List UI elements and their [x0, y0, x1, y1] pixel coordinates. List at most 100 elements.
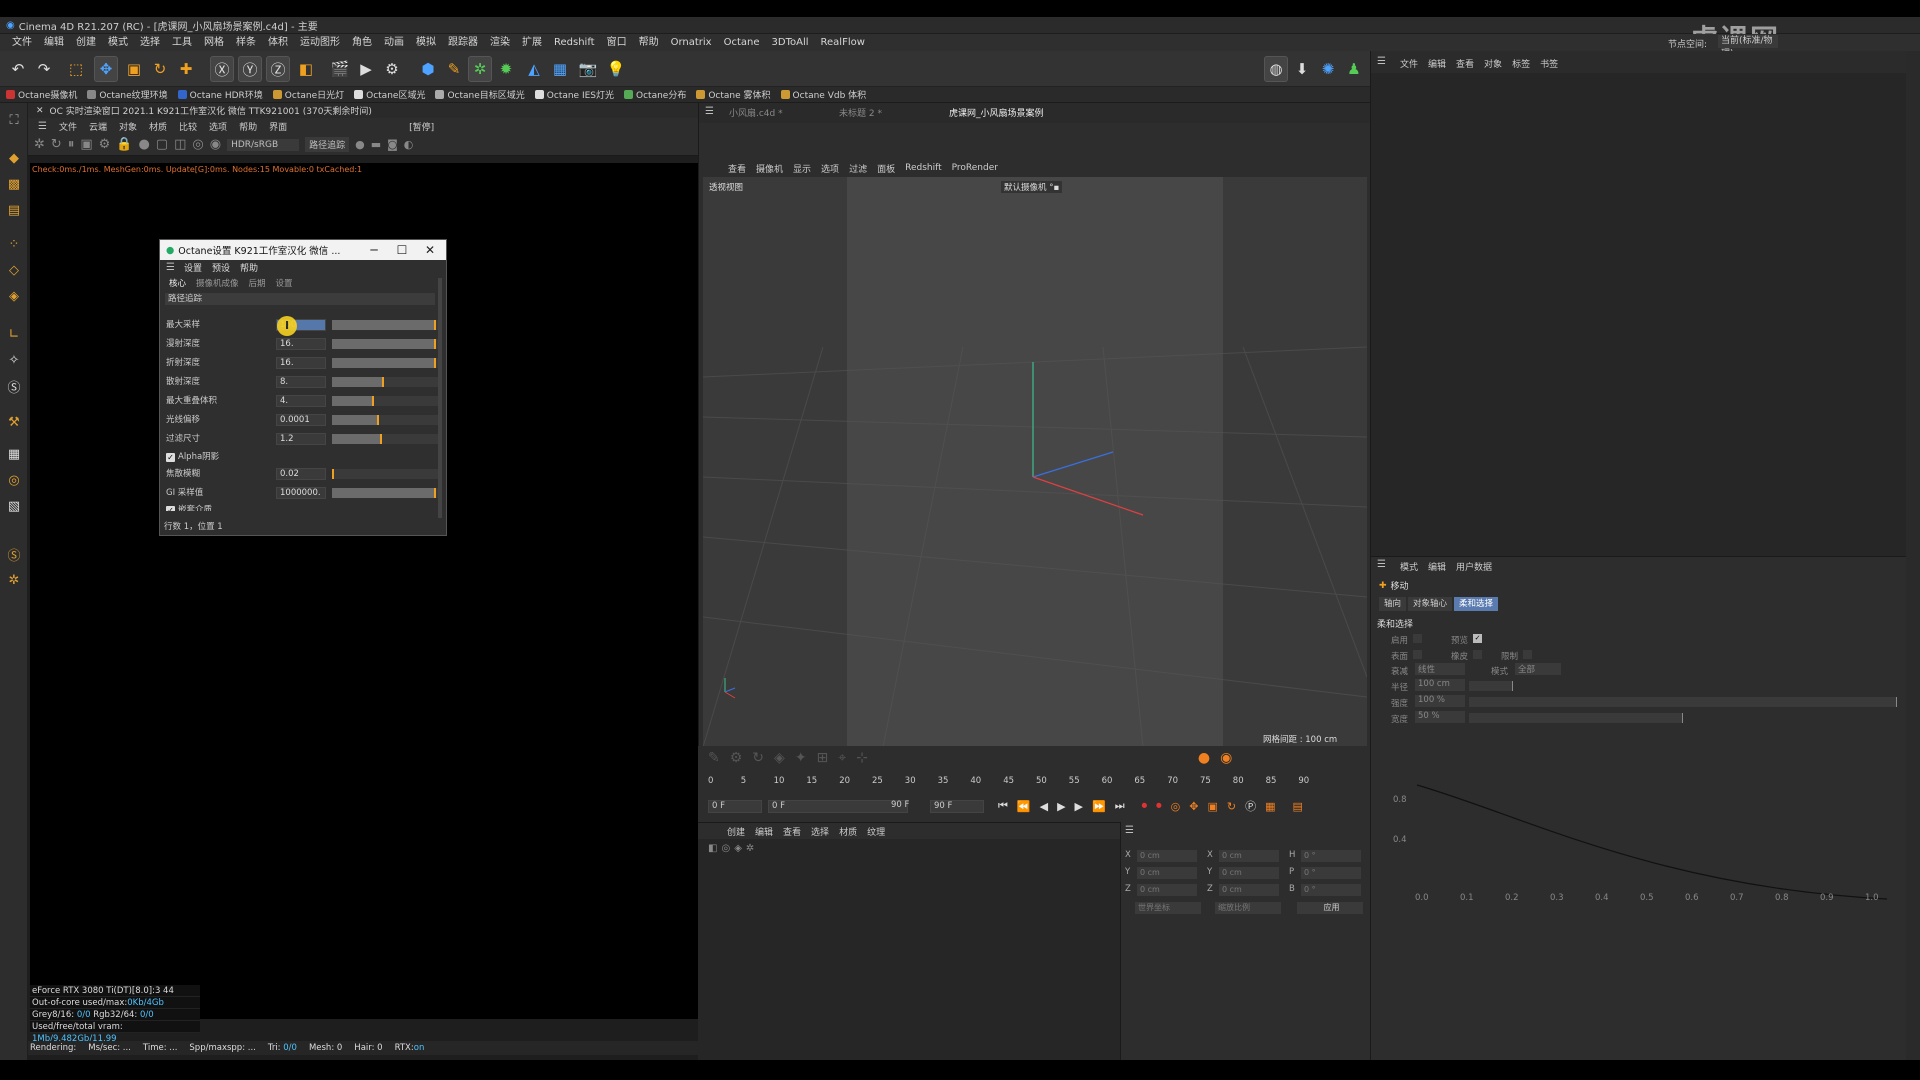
material-tool-icon[interactable]: ✲ — [746, 843, 754, 854]
render-view-icon[interactable]: 🎬 — [328, 56, 352, 82]
tab-axis[interactable]: 轴向 — [1379, 597, 1407, 611]
move-tool-icon[interactable]: ✥ — [94, 56, 118, 82]
right-side-tabs[interactable] — [1906, 51, 1920, 1060]
tab-soft-selection[interactable]: 柔和选择 — [1454, 597, 1499, 611]
viewport-canvas[interactable]: 透视视图 默认摄像机 °▪ 网格间距 : 100 cm — [703, 177, 1367, 747]
focus-icon[interactable]: ◎ — [192, 137, 203, 152]
am-menu-edit[interactable]: 编辑 — [1423, 560, 1451, 573]
record-icon[interactable]: ⏺ — [1142, 799, 1148, 813]
param-slider[interactable] — [332, 434, 440, 444]
menu-mesh[interactable]: 网格 — [198, 34, 230, 51]
timeline-tool-icon[interactable]: ⊞ — [817, 750, 829, 766]
pla-key-icon[interactable]: ▦ — [1265, 800, 1275, 813]
section-header[interactable]: 路径追踪 — [165, 293, 435, 305]
param-slider[interactable] — [332, 377, 440, 387]
dialog-titlebar[interactable]: ● Octane设置 K921工作室汉化 微信 ... ─ ☐ ✕ — [160, 240, 446, 260]
menu-mograph[interactable]: 运动图形 — [294, 34, 346, 51]
preview-checkbox[interactable]: ✓ — [1473, 634, 1482, 643]
timeline-ruler[interactable]: 0 5 10 15 20 25 30 35 40 45 50 55 60 65 70 75 80 85 90 — [708, 776, 1309, 790]
scale-key-icon[interactable]: ▣ — [1207, 800, 1217, 813]
pos-y-field[interactable]: 0 cm — [1137, 867, 1197, 879]
menu-render[interactable]: 渲染 — [484, 34, 516, 51]
live-select-icon[interactable]: ⬚ — [64, 56, 88, 82]
minimize-icon[interactable]: ─ — [360, 240, 388, 260]
hamburger-icon[interactable]: ☰ — [1125, 825, 1134, 836]
current-frame-field[interactable]: 0 F — [708, 800, 762, 813]
material-tool-icon[interactable]: ◎ — [721, 843, 730, 854]
timeline-tool-icon[interactable]: ✦ — [795, 750, 807, 766]
hamburger-icon[interactable]: ☰ — [38, 121, 47, 132]
plugin-hdr-env[interactable]: Octane HDR环境 — [177, 88, 263, 101]
tweak-mode-icon[interactable]: ✧ — [3, 349, 25, 371]
timeline-tool-icon[interactable]: ⚙ — [730, 750, 743, 766]
apply-button[interactable]: 应用 — [1297, 902, 1363, 914]
param-slider[interactable] — [332, 358, 440, 368]
menu-help[interactable]: 帮助 — [633, 34, 665, 51]
tab-post[interactable]: 后期 — [244, 277, 271, 291]
menu-volume[interactable]: 体积 — [262, 34, 294, 51]
vp-menu-camera[interactable]: 摄像机 — [751, 162, 788, 175]
rot-h-field[interactable]: 0 ° — [1301, 850, 1361, 862]
strength-slider[interactable] — [1469, 697, 1897, 707]
tab-kernel[interactable]: 核心 — [164, 277, 191, 291]
dlg-menu-presets[interactable]: 预设 — [207, 261, 235, 274]
make-editable-icon[interactable]: ⛶ — [3, 109, 25, 131]
pen-icon[interactable]: ✎ — [442, 56, 466, 82]
light-icon[interactable]: 💡 — [604, 56, 628, 82]
vp-menu-redshift[interactable]: Redshift — [900, 163, 947, 173]
coordinate-system-icon[interactable]: ◧ — [294, 56, 318, 82]
lock-workplane-icon[interactable]: ⚒ — [3, 411, 25, 433]
tab-settings[interactable]: 设置 — [271, 277, 298, 291]
render-picture-viewer-icon[interactable]: ▶ — [354, 56, 378, 82]
oc-menu-compare[interactable]: 比较 — [173, 120, 203, 133]
dlg-menu-settings[interactable]: 设置 — [179, 261, 207, 274]
model-mode-icon[interactable]: ◆ — [3, 147, 25, 169]
menu-tracker[interactable]: 跟踪器 — [442, 34, 484, 51]
timeline-tool-icon[interactable]: ↻ — [752, 750, 764, 766]
size-x-field[interactable]: 0 cm — [1219, 850, 1279, 862]
rot-b-field[interactable]: 0 ° — [1301, 884, 1361, 896]
oc-menu-file[interactable]: 文件 — [53, 120, 83, 133]
menu-3dtoall[interactable]: 3DToAll — [766, 34, 815, 51]
axis-mode-icon[interactable]: ∟ — [3, 323, 25, 345]
download-icon[interactable]: ⬇ — [1290, 56, 1314, 82]
om-menu-view[interactable]: 查看 — [1451, 57, 1479, 70]
play-icon[interactable]: ▶ — [1057, 800, 1065, 813]
edges-mode-icon[interactable]: ◇ — [3, 259, 25, 281]
param-value-input[interactable]: 16. — [276, 357, 326, 369]
points-mode-icon[interactable]: ⁘ — [3, 233, 25, 255]
mm-menu-select[interactable]: 选择 — [806, 825, 834, 838]
keyframe-orange2-icon[interactable]: ◉ — [1220, 750, 1232, 766]
param-value-input[interactable]: 0.02 — [276, 468, 326, 480]
om-menu-tags[interactable]: 标签 — [1507, 57, 1535, 70]
mm-menu-create[interactable]: 创建 — [722, 825, 750, 838]
redo-icon[interactable]: ↷ — [32, 56, 56, 82]
param-slider[interactable] — [332, 488, 440, 498]
om-menu-bookmarks[interactable]: 书签 — [1535, 57, 1563, 70]
width-field[interactable]: 50 % — [1415, 711, 1465, 723]
menu-tools[interactable]: 工具 — [166, 34, 198, 51]
texture-mode-icon[interactable]: ▩ — [3, 173, 25, 195]
vp-menu-display[interactable]: 显示 — [788, 162, 816, 175]
render-settings-icon[interactable]: ⚙ — [380, 56, 404, 82]
menu-create[interactable]: 创建 — [70, 34, 102, 51]
next-key-icon[interactable]: ⏩ — [1092, 800, 1106, 813]
vp-menu-panel[interactable]: 面板 — [872, 162, 900, 175]
settings-icon[interactable]: ⚙ — [99, 137, 111, 152]
menu-animate[interactable]: 动画 — [378, 34, 410, 51]
surface-checkbox[interactable] — [1413, 650, 1422, 659]
oc-render-icon[interactable]: ◍ — [1264, 56, 1288, 82]
timeline-icon[interactable]: ▤ — [1292, 800, 1302, 813]
object-list[interactable] — [1371, 73, 1907, 556]
param-value-input[interactable]: 4. — [276, 395, 326, 407]
character-icon[interactable]: ♟ — [1342, 56, 1366, 82]
doc-tab-untitled[interactable]: 未标题 2 * — [839, 106, 882, 119]
param-value-input[interactable]: 1.2 — [276, 433, 326, 445]
prev-key-icon[interactable]: ⏪ — [1017, 800, 1031, 813]
falloff-curve-graph[interactable]: 0.8 0.4 0.0 0.1 0.2 0.3 0.4 0.5 0.6 0.7 0.8 0.9 1.… — [1393, 777, 1897, 907]
colorspace-select[interactable]: HDR/sRGB — [227, 138, 300, 151]
kernel-select[interactable]: 路径追踪 — [305, 137, 350, 152]
radius-slider[interactable] — [1469, 681, 1513, 691]
x-axis-icon[interactable]: Ⓧ — [210, 56, 234, 82]
floor-icon[interactable]: ▦ — [548, 56, 572, 82]
